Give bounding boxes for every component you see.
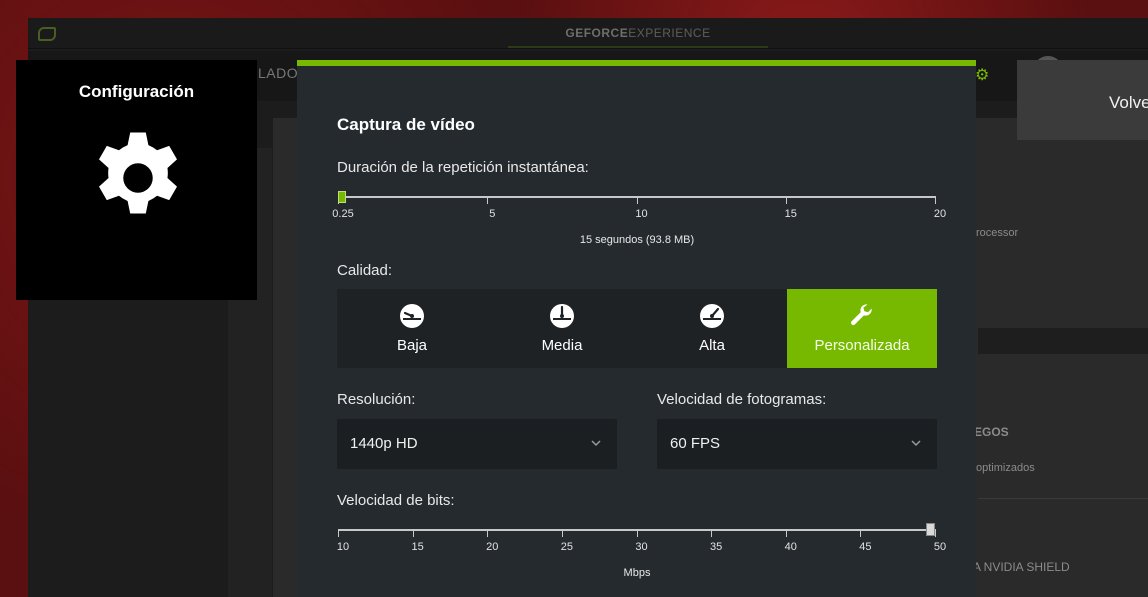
bitrate-tick-label: 45 [859, 541, 872, 553]
nvidia-logo-icon [38, 27, 56, 41]
background-text-games: EGOS [974, 425, 1009, 439]
app-brand: GEFORCEEXPERIENCE [508, 18, 768, 48]
bitrate-tick [785, 530, 787, 537]
bitrate-tick-label: 20 [486, 541, 499, 553]
back-button[interactable]: Volve [1017, 60, 1148, 140]
speedometer-low-icon [400, 304, 424, 328]
quality-option-high-label: Alta [699, 337, 725, 354]
brand-bold: GEFORCE [565, 26, 629, 40]
bitrate-unit: Mbps [623, 567, 651, 579]
bitrate-tick [636, 530, 638, 537]
replay-duration-value: 15 segundos (93.8 MB) [579, 234, 695, 246]
background-text-processor: rocessor [976, 227, 1019, 239]
brand-light: EXPERIENCE [628, 26, 711, 40]
settings-tile: Configuración [16, 60, 257, 300]
settings-tile-title: Configuración [78, 82, 195, 101]
dialog-title: Captura de vídeo [337, 115, 475, 134]
quality-option-custom[interactable]: Personalizada [787, 289, 937, 368]
replay-duration-tick [636, 197, 638, 204]
replay-duration-tick-label: 10 [635, 208, 648, 220]
replay-duration-tick [935, 197, 936, 204]
bitrate-label: Velocidad de bits: [337, 492, 455, 509]
speedometer-high-icon [700, 304, 724, 328]
background-text-shield: A NVIDIA SHIELD [973, 560, 1070, 574]
replay-duration-tick [487, 197, 489, 204]
bitrate-tick-label: 30 [635, 541, 648, 553]
bitrate-tick-label: 25 [560, 541, 573, 553]
bitrate-tick [412, 530, 414, 537]
gear-icon [98, 132, 177, 214]
speedometer-medium-icon [550, 304, 574, 328]
quality-option-low-label: Baja [396, 337, 428, 354]
replay-duration-tick-label: 20 [933, 208, 947, 220]
resolution-dropdown[interactable]: 1440p HD [337, 419, 617, 469]
framerate-value: 60 FPS [670, 435, 721, 452]
bitrate-tick [338, 530, 339, 537]
bitrate-tick [711, 530, 713, 537]
title-bar: GEFORCEEXPERIENCE [28, 18, 1148, 49]
replay-duration-tick-label: 5 [489, 208, 496, 220]
bitrate-slider-thumb[interactable] [926, 523, 935, 536]
back-button-label: Volve [1109, 93, 1148, 112]
background-band [978, 328, 1148, 354]
background-text-optimized: optimizados [976, 462, 1035, 474]
replay-duration-tick-label: 0.25 [332, 208, 354, 220]
quality-option-custom-label: Personalizada [814, 337, 910, 354]
bitrate-tick [860, 530, 862, 537]
bitrate-tick-label: 10 [336, 541, 350, 553]
quality-selector: Baja Media Alta Personalizada [337, 289, 937, 368]
bitrate-tick-label: 40 [784, 541, 797, 553]
bitrate-tick [561, 530, 563, 537]
framerate-dropdown[interactable]: 60 FPS [657, 419, 937, 469]
bitrate-tick [487, 530, 489, 537]
framerate-label: Velocidad de fotogramas: [657, 391, 827, 408]
replay-duration-slider-thumb[interactable] [338, 191, 346, 203]
replay-duration-tick [785, 197, 787, 204]
bitrate-tick-label: 15 [411, 541, 424, 553]
quality-label: Calidad: [337, 262, 393, 279]
chevron-down-icon [911, 440, 921, 447]
quality-option-medium[interactable]: Media [487, 289, 637, 368]
resolution-value: 1440p HD [350, 435, 418, 452]
video-capture-dialog: Captura de vídeo Duración de la repetici… [297, 60, 976, 597]
bitrate-tick [935, 530, 936, 537]
quality-option-low[interactable]: Baja [337, 289, 487, 368]
resolution-label: Resolución: [337, 391, 416, 408]
settings-gear-icon[interactable]: ⚙ [975, 65, 989, 85]
bitrate-tick-label: 50 [933, 541, 947, 553]
background-divider [978, 498, 1148, 499]
chevron-down-icon [591, 440, 601, 447]
replay-duration-tick-label: 15 [784, 208, 797, 220]
quality-option-high[interactable]: Alta [637, 289, 787, 368]
wrench-icon [851, 304, 872, 326]
replay-duration-label: Duración de la repetición instantánea: [337, 159, 589, 176]
bitrate-tick-label: 35 [710, 541, 723, 553]
quality-option-medium-label: Media [541, 337, 583, 354]
